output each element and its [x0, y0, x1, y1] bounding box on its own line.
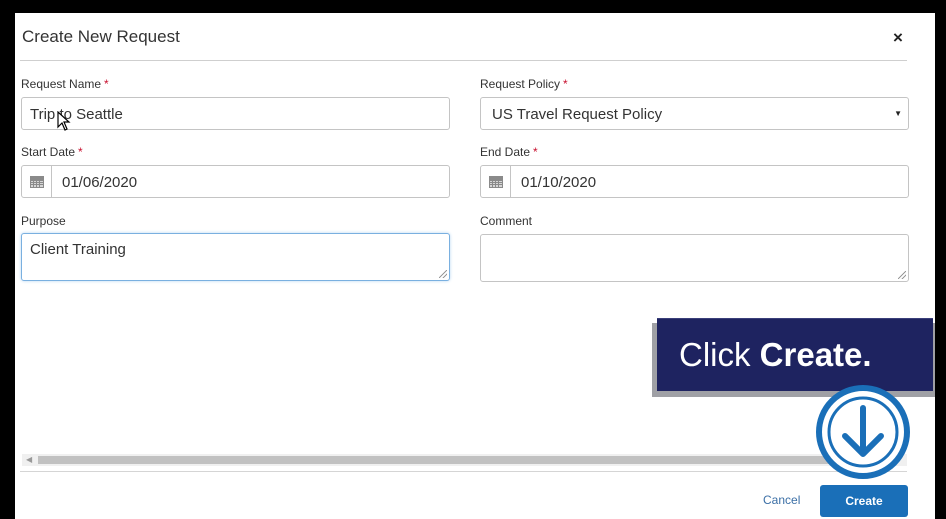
resize-handle-icon[interactable]	[898, 271, 906, 279]
request-policy-label: Request Policy *	[480, 77, 568, 91]
frame-border	[935, 0, 946, 519]
required-marker: *	[78, 145, 83, 159]
footer-divider	[20, 471, 907, 472]
request-name-value: Trip to Seattle	[30, 106, 123, 123]
start-date-label: Start Date *	[21, 145, 83, 159]
close-icon[interactable]: ×	[893, 29, 903, 47]
required-marker: *	[563, 77, 568, 91]
start-date-value: 01/06/2020	[62, 174, 138, 191]
purpose-textarea[interactable]: Client Training	[21, 233, 450, 281]
request-policy-select[interactable]: US Travel Request Policy ▼	[480, 97, 909, 130]
callout-prefix: Click	[679, 336, 760, 373]
scrollbar-thumb[interactable]	[38, 456, 873, 464]
mouse-cursor-icon	[57, 111, 71, 131]
request-name-label-text: Request Name	[21, 77, 102, 91]
create-button[interactable]: Create	[820, 485, 908, 517]
caret-down-icon: ▼	[894, 109, 902, 118]
title-divider	[20, 60, 907, 61]
required-marker: *	[533, 145, 538, 159]
cancel-button[interactable]: Cancel	[763, 493, 800, 507]
calendar-icon[interactable]	[22, 166, 52, 197]
tutorial-callout: Click Create.	[657, 318, 933, 391]
callout-emphasis: Create.	[759, 336, 872, 373]
end-date-input[interactable]: 01/10/2020	[480, 165, 909, 198]
down-arrow-circle-icon	[816, 385, 910, 479]
purpose-value: Client Training	[30, 241, 126, 258]
start-date-label-text: Start Date	[21, 145, 76, 159]
request-name-label: Request Name *	[21, 77, 109, 91]
horizontal-scrollbar[interactable]: ◀	[22, 454, 907, 466]
dialog-title: Create New Request	[22, 27, 180, 46]
comment-textarea[interactable]	[480, 234, 909, 282]
start-date-input[interactable]: 01/06/2020	[21, 165, 450, 198]
end-date-label-text: End Date	[480, 145, 531, 159]
comment-label: Comment	[480, 214, 533, 228]
resize-handle-icon[interactable]	[439, 270, 447, 278]
create-request-dialog: Create New Request × Request Name * Trip …	[15, 13, 935, 519]
end-date-value: 01/10/2020	[521, 174, 597, 191]
end-date-label: End Date *	[480, 145, 538, 159]
calendar-icon[interactable]	[481, 166, 511, 197]
purpose-label: Purpose	[21, 214, 66, 228]
required-marker: *	[104, 77, 109, 91]
request-policy-value: US Travel Request Policy	[492, 106, 663, 123]
scroll-left-icon[interactable]: ◀	[26, 455, 32, 464]
request-name-input[interactable]: Trip to Seattle	[21, 97, 450, 131]
request-policy-label-text: Request Policy	[480, 77, 561, 91]
